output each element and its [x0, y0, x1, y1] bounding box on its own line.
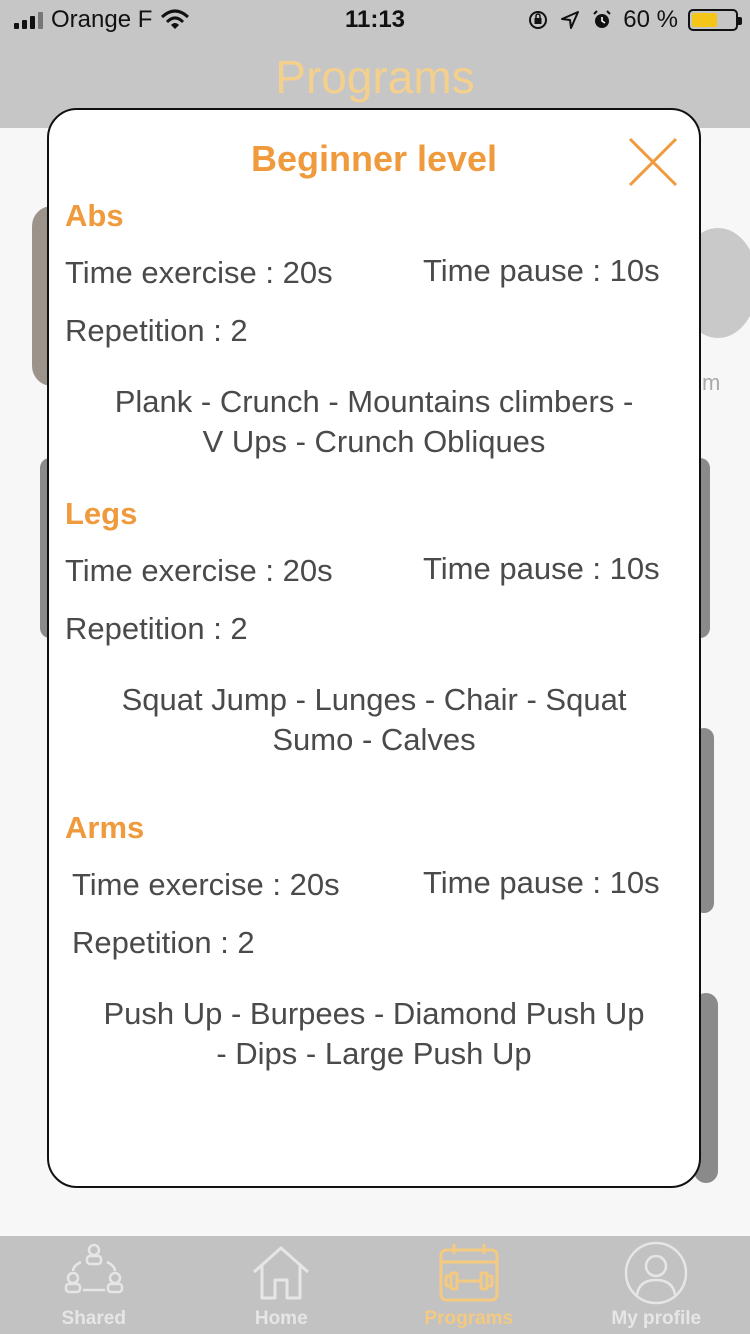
battery-percent: 60 % [623, 6, 678, 33]
location-icon [561, 11, 580, 29]
background-text: m [702, 370, 721, 395]
alarm-icon [593, 10, 612, 28]
exercise-line: Plank - Crunch - Mountains climbers - [114, 384, 634, 419]
exercise-list: Plank - Crunch - Mountains climbers - V … [65, 382, 683, 462]
status-bar: Orange F 11:13 60 % [0, 0, 750, 40]
exercise-line: Push Up - Burpees - Diamond Push Up [103, 996, 645, 1031]
tab-home[interactable]: Home [188, 1236, 376, 1334]
tab-label: Programs [424, 1308, 514, 1329]
exercise-line: - Dips - Large Push Up [216, 1036, 532, 1071]
exercise-line: Squat Jump - Lunges - Chair - Squat [121, 682, 627, 717]
time-pause: Time pause : 10s [423, 865, 660, 900]
tab-label: Home [254, 1308, 308, 1329]
profile-icon [625, 1241, 688, 1305]
tab-my-profile[interactable]: My profile [563, 1236, 750, 1334]
section-title-legs: Legs [65, 496, 138, 531]
tab-programs[interactable]: Programs [375, 1236, 563, 1334]
battery-fill [692, 13, 718, 27]
section-title-arms: Arms [65, 810, 145, 845]
shared-icon [64, 1243, 123, 1294]
close-icon[interactable] [627, 136, 679, 188]
status-right: 60 % [527, 6, 742, 34]
calendar-dumbbell-icon [439, 1244, 499, 1302]
time-pause: Time pause : 10s [423, 253, 660, 288]
repetition: Repetition : 2 [72, 925, 255, 960]
time-exercise: Time exercise : 20s [65, 553, 333, 588]
exercise-list: Squat Jump - Lunges - Chair - Squat Sumo… [65, 680, 683, 760]
tab-label: Shared [61, 1308, 126, 1329]
tab-shared[interactable]: Shared [0, 1236, 188, 1334]
modal-title: Beginner level [250, 138, 498, 179]
exercise-list: Push Up - Burpees - Diamond Push Up - Di… [65, 994, 683, 1074]
exercise-line: Sumo - Calves [272, 722, 476, 757]
tab-label: My profile [611, 1308, 702, 1329]
rotation-lock-icon [529, 11, 548, 29]
repetition: Repetition : 2 [65, 313, 248, 348]
home-icon [253, 1246, 310, 1300]
repetition: Repetition : 2 [65, 611, 248, 646]
tab-bar: Shared Home Programs My profile [0, 1236, 750, 1334]
program-detail-modal: Beginner level Abs Time exercise : 20s T… [47, 108, 701, 1188]
time-exercise: Time exercise : 20s [65, 255, 333, 290]
exercise-line: V Ups - Crunch Obliques [202, 424, 546, 459]
page-title: Programs [275, 51, 475, 103]
battery-icon [688, 9, 742, 31]
section-title-abs: Abs [65, 198, 124, 233]
time-exercise: Time exercise : 20s [72, 867, 340, 902]
time-pause: Time pause : 10s [423, 551, 660, 586]
